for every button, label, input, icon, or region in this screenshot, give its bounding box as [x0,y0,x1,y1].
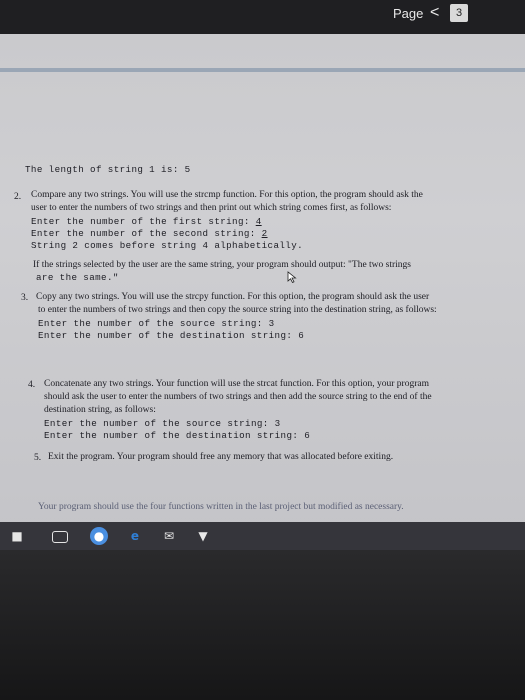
item-4-prompt-1-value: 3 [274,418,281,429]
item-4-prompt-1-text: Enter the number of the source string: [44,418,275,429]
item-5-text-line-1: Exit the program. Your program should fr… [48,452,394,462]
item-2-same-line-2: are the same." [36,272,119,283]
mail-icon[interactable]: ✉ [160,527,178,545]
item-3-text-line-2: to enter the numbers of two strings and … [38,305,437,315]
item-4-text-line-1: Concatenate any two strings. Your functi… [44,379,429,389]
item-2-text-line-1: Compare any two strings. You will use th… [31,190,423,200]
item-4-prompt-2-text: Enter the number of the destination stri… [44,430,305,441]
page-label: Page [393,6,424,21]
item-2-text-line-2: user to enter the numbers of two strings… [31,203,392,213]
item-3-prompt-2: Enter the number of the destination stri… [38,330,304,341]
item-2-same-line-1: If the strings selected by the user are … [33,260,411,270]
previous-page-icon[interactable]: < [430,4,439,22]
item-4-prompt-2: Enter the number of the destination stri… [44,430,310,441]
edge-icon[interactable]: e [126,527,144,545]
item-4-number: 4. [28,380,36,390]
item-3-number: 3. [21,293,29,303]
item-3-text-line-1: Copy any two strings. You will use the s… [36,292,430,302]
item-2-number: 2. [14,192,22,202]
item-2-result-line: String 2 comes before string 4 alphabeti… [31,240,304,251]
item-3-prompt-1: Enter the number of the source string: 3 [38,318,275,329]
item-2-prompt-2-value: 2 [261,228,268,239]
monitor-bezel [0,550,525,700]
task-view-icon[interactable] [52,531,68,543]
item-3-prompt-2-value: 6 [298,330,305,341]
chrome-icon[interactable]: ● [90,527,108,545]
item-5-number: 5. [34,453,42,463]
item-3-prompt-1-value: 3 [268,318,275,329]
item-3-prompt-1-text: Enter the number of the source string: [38,318,269,329]
item-2-prompt-1-text: Enter the number of the first string: [31,216,256,227]
windows-icon[interactable]: ■ [8,527,26,545]
item-2-prompt-1-value: 4 [255,216,262,227]
taskbar [0,522,525,550]
item-3-prompt-2-text: Enter the number of the destination stri… [38,330,299,341]
page-number-field[interactable]: 3 [450,4,468,22]
item-4-text-line-2: should ask the user to enter the numbers… [44,392,432,402]
item-4-prompt-2-value: 6 [304,430,311,441]
item-2-prompt-2: Enter the number of the second string: 2 [31,228,268,239]
item-4-text-line-3: destination string, as follows: [44,405,156,415]
footer-note: Your program should use the four functio… [38,502,404,512]
store-icon[interactable]: ▼ [194,527,212,545]
item-2-prompt-2-text: Enter the number of the second string: [31,228,262,239]
length-output-line: The length of string 1 is: 5 [25,164,191,175]
viewer-toolbar: Page < 3 [0,0,525,34]
item-2-prompt-1: Enter the number of the first string: 4 [31,216,262,227]
document-page: The length of string 1 is: 5 2. Compare … [0,72,525,512]
screen: Page < 3 The length of string 1 is: 5 2.… [0,0,525,540]
mouse-cursor-icon [287,271,297,283]
item-4-prompt-1: Enter the number of the source string: 3 [44,418,281,429]
